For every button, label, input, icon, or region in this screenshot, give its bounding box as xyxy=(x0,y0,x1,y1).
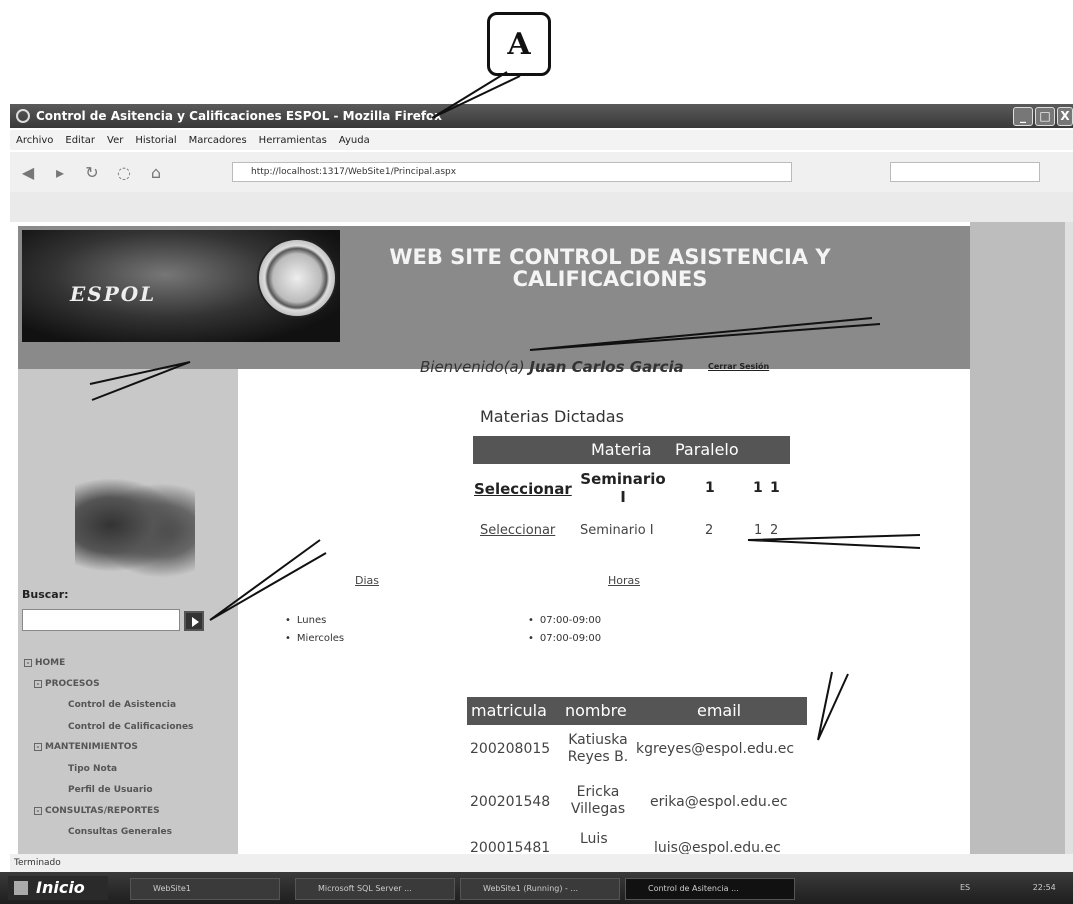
arrow-a xyxy=(431,71,521,119)
arrow-d xyxy=(89,361,191,401)
arrow-b xyxy=(209,539,327,621)
callout-arrows xyxy=(89,71,921,741)
arrow-f xyxy=(817,671,849,741)
arrow-c xyxy=(529,317,881,351)
arrow-e xyxy=(747,534,921,549)
